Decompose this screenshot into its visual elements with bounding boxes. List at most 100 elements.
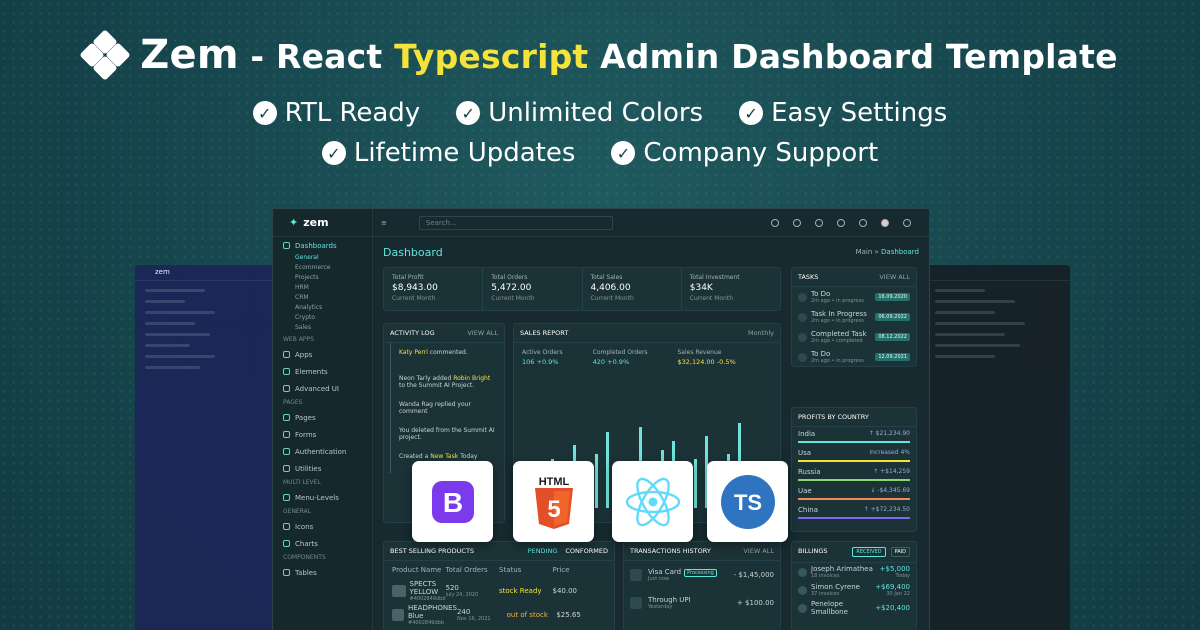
sidebar-sub-analytics[interactable]: Analytics: [273, 304, 372, 314]
sales-bar: [606, 431, 609, 508]
apps-grid-icon[interactable]: [837, 218, 845, 227]
feature-item: ✓ Easy Settings: [739, 98, 947, 128]
task-item[interactable]: To Do 2m ago • in progress 16.09.2020: [792, 287, 916, 307]
product-code: #4002849dbb: [409, 596, 446, 602]
product-price: $25.65: [556, 611, 581, 619]
table-row[interactable]: HEADPHONES Blue #4002849dbb 240 Nov 16, 20…: [384, 603, 614, 627]
transaction-row[interactable]: Through UPI Yesterday + $100.00: [624, 589, 780, 617]
view-all-link[interactable]: VIEW ALL: [743, 547, 774, 555]
billing-row[interactable]: Penelope Smallbone +$20,400: [792, 599, 916, 617]
sidebar-item-authentication[interactable]: Authentication: [273, 443, 372, 460]
fullscreen-icon[interactable]: [859, 218, 867, 227]
product-price: $40.00: [552, 587, 578, 595]
upi-icon: [630, 597, 642, 609]
sidebar-item-icons[interactable]: Icons: [273, 518, 372, 535]
sidebar-item-label: Pages: [295, 413, 316, 422]
feature-label: RTL Ready: [284, 98, 421, 128]
sidebar-sub-projects[interactable]: Projects: [273, 274, 372, 284]
stat-sub: Current Month: [392, 295, 436, 302]
sidebar-sub-general[interactable]: General: [273, 254, 372, 264]
avatar: [798, 603, 807, 613]
billing-date: 30 Jan 22: [886, 591, 910, 597]
preview-line: [145, 289, 205, 292]
html5-logo-icon: HTML 5: [513, 461, 594, 542]
sidebar-sub-crm[interactable]: CRM: [273, 294, 372, 304]
billing-date: Today: [895, 573, 910, 579]
cart-icon[interactable]: [793, 218, 801, 227]
billing-row[interactable]: Simon Cyrene 37 invoices +$69,400 30 Jan 22: [792, 581, 916, 599]
task-date: 12.09.2021: [875, 353, 910, 361]
preview-line: [935, 355, 995, 358]
globe-icon[interactable]: [771, 218, 779, 227]
sidebar-item-pages[interactable]: Pages: [273, 409, 372, 426]
sidebar-item-label: Advanced UI: [295, 384, 339, 393]
avatar[interactable]: [881, 218, 889, 227]
search-input[interactable]: Search...: [418, 215, 613, 230]
stat-label: Total Orders: [491, 274, 528, 281]
card-title: TASKS: [798, 273, 819, 281]
sidebar-item-advanced-ui[interactable]: Advanced UI: [273, 380, 372, 397]
view-all-link[interactable]: VIEW ALL: [879, 273, 910, 281]
sidebar-item-utilities[interactable]: Utilities: [273, 460, 372, 477]
country-row: Russia ↑ +$14,259: [792, 465, 916, 484]
preview-line: [935, 300, 1015, 303]
sidebar-item-dashboards[interactable]: Dashboards: [273, 237, 372, 254]
sidebar-item-menu-levels[interactable]: Menu-Levels: [273, 489, 372, 506]
view-all-link[interactable]: VIEW ALL: [467, 329, 498, 337]
task-icon: [798, 312, 807, 322]
metric-label: Active Orders: [522, 349, 563, 356]
sidebar-item-charts[interactable]: Charts: [273, 535, 372, 552]
page-title: Dashboard: [383, 245, 443, 259]
feature-item: ✓ RTL Ready: [252, 98, 421, 128]
task-item[interactable]: Completed Task 2m ago • completed 08.12.20…: [792, 327, 916, 347]
sidebar-item-forms[interactable]: Forms: [273, 426, 372, 443]
right-preview-screen: [925, 265, 1070, 630]
stat-total-orders: Total Orders 5,472.00 Current Month: [483, 268, 583, 310]
sidebar-item-apps[interactable]: Apps: [273, 346, 372, 363]
sidebar-sub-crypto[interactable]: Crypto: [273, 314, 372, 324]
transaction-row[interactable]: Visa Card Processing Just now - $1,45,000: [624, 561, 780, 589]
task-item[interactable]: To Do 2m ago • in progress 12.09.2021: [792, 347, 916, 367]
billing-amount: +$69,400: [875, 583, 910, 591]
sidebar-item-label: Tables: [295, 568, 317, 577]
title-highlight: Typescript: [394, 37, 589, 76]
period-select[interactable]: Monthly: [748, 329, 774, 337]
task-item[interactable]: Task In Progress 2m ago • in progress 06.0…: [792, 307, 916, 327]
task-name: Completed Task: [811, 330, 867, 338]
breadcrumb-main[interactable]: Main: [856, 248, 873, 256]
preview-line: [935, 311, 995, 314]
preview-line: [145, 344, 190, 347]
sidebar-sub-hrm[interactable]: HRM: [273, 284, 372, 294]
sidebar-heading: GENERAL: [283, 508, 312, 515]
billing-row[interactable]: Joseph Arimathea 18 invoices +$5,000 Today: [792, 563, 916, 581]
sidebar-item-label: Forms: [295, 430, 317, 439]
column-header: Total Orders: [445, 566, 488, 574]
tab-confirmed[interactable]: CONFORMED: [565, 547, 608, 555]
check-badge-icon: ✓: [252, 101, 277, 125]
sidebar-sub-ecommerce[interactable]: Ecommerce: [273, 264, 372, 274]
table-row[interactable]: SPECTS YELLOW #4002849dbb 520 july 24, 202…: [384, 579, 614, 603]
tab-pending[interactable]: PENDING: [528, 547, 558, 555]
billing-amount: +$5,000: [879, 565, 910, 573]
country-name: China: [798, 506, 818, 514]
bell-icon[interactable]: [815, 218, 823, 227]
feature-item: ✓ Unlimited Colors: [456, 98, 703, 128]
check-badge-icon: ✓: [321, 141, 346, 165]
country-name: India: [798, 430, 816, 438]
product-name: HEADPHONES Blue: [408, 604, 457, 620]
settings-icon[interactable]: [903, 218, 911, 227]
sidebar-logo[interactable]: ✦ zem: [273, 209, 372, 237]
sidebar-sub-sales[interactable]: Sales: [273, 324, 372, 334]
logo-text: zem: [303, 216, 329, 229]
sidebar-heading: PAGES: [283, 399, 303, 406]
sidebar-item-tables[interactable]: Tables: [273, 564, 372, 581]
preview-line: [145, 366, 200, 369]
tab-received[interactable]: RECEIVED: [852, 547, 886, 557]
sidebar-item-elements[interactable]: Elements: [273, 363, 372, 380]
menu-toggle-icon[interactable]: ≡: [381, 219, 387, 227]
product-status: out of stock: [506, 611, 548, 619]
feature-label: Unlimited Colors: [488, 98, 704, 128]
stat-sub: Current Month: [491, 295, 535, 302]
tab-paid[interactable]: PAID: [890, 547, 910, 557]
preview-line: [935, 333, 1005, 336]
